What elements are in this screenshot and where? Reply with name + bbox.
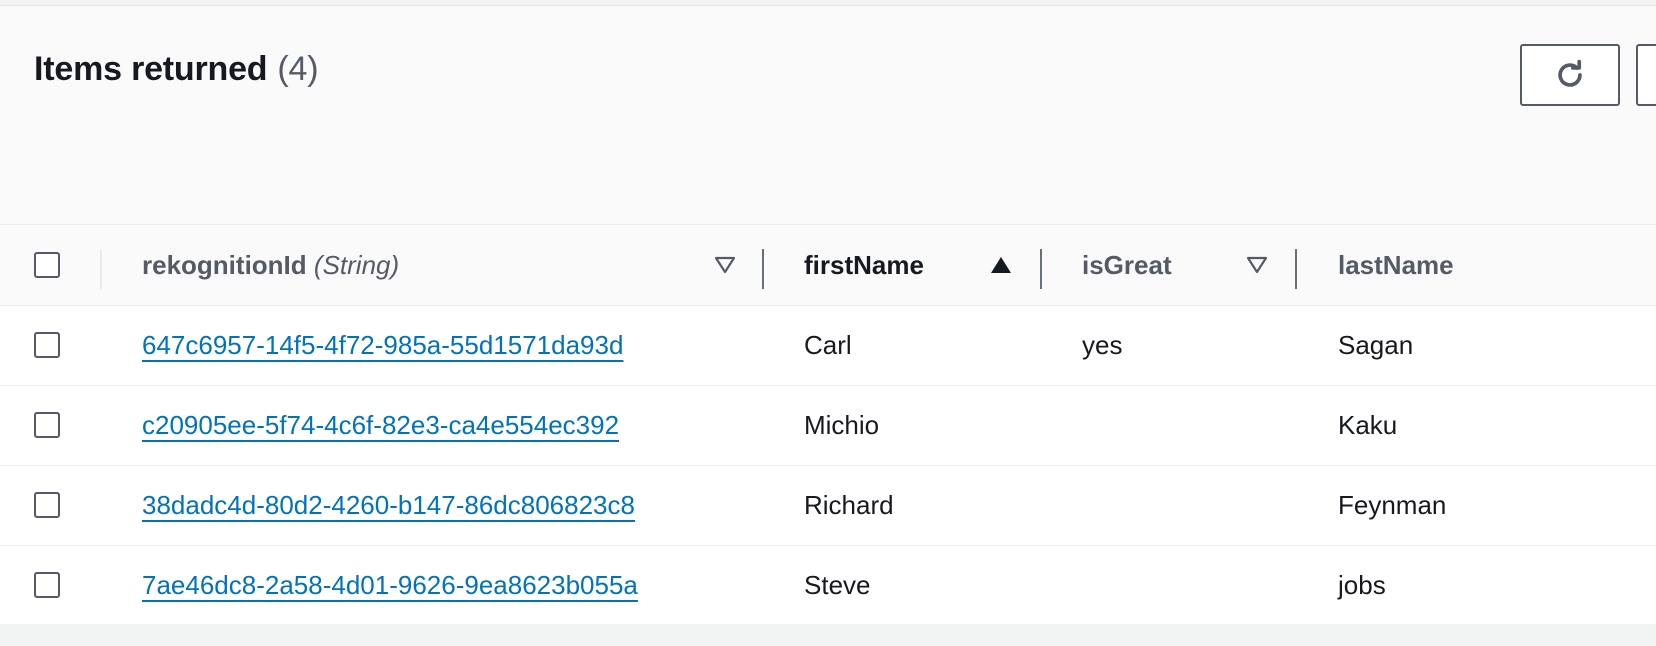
- cell-firstname: Steve: [804, 570, 871, 600]
- item-count: (4): [277, 50, 319, 88]
- select-all-checkbox[interactable]: [34, 252, 60, 278]
- items-panel: Items returned (4) rekognitionId (String)…: [0, 6, 1656, 624]
- table-row[interactable]: 38dadc4d-80d2-4260-b147-86dc806823c8 Ric…: [0, 466, 1656, 546]
- cell-lastname: jobs: [1338, 570, 1386, 600]
- rekognitionid-link[interactable]: c20905ee-5f74-4c6f-82e3-ca4e554ec392: [142, 410, 619, 441]
- column-type: (String): [313, 249, 400, 280]
- table-row[interactable]: c20905ee-5f74-4c6f-82e3-ca4e554ec392 Mic…: [0, 386, 1656, 466]
- column-label: firstName: [804, 249, 924, 280]
- column-label: isGreat: [1082, 249, 1172, 280]
- cell-lastname: Kaku: [1338, 410, 1398, 440]
- row-checkbox[interactable]: [34, 412, 60, 438]
- cell-firstname: Carl: [804, 330, 852, 360]
- row-checkbox[interactable]: [34, 572, 60, 598]
- table-header: rekognitionId (String) firstName isGreat: [0, 225, 1656, 306]
- caret-down-outline-icon[interactable]: [714, 225, 736, 305]
- cell-firstname: Michio: [804, 410, 880, 440]
- column-header-rekognitionid[interactable]: rekognitionId (String): [142, 225, 399, 305]
- cell-isgreat: yes: [1082, 330, 1123, 360]
- cell-lastname: Feynman: [1338, 490, 1447, 520]
- rekognitionid-link[interactable]: 38dadc4d-80d2-4260-b147-86dc806823c8: [142, 490, 635, 521]
- items-table: rekognitionId (String) firstName isGreat: [0, 224, 1656, 624]
- refresh-button[interactable]: [1520, 44, 1620, 106]
- column-divider: [100, 249, 102, 289]
- row-checkbox[interactable]: [34, 492, 60, 518]
- table-row[interactable]: 647c6957-14f5-4f72-985a-55d1571da93d Car…: [0, 306, 1656, 386]
- row-checkbox[interactable]: [34, 332, 60, 358]
- title-text: Items returned: [34, 50, 268, 88]
- caret-down-outline-icon[interactable]: [1246, 225, 1268, 305]
- more-actions-button[interactable]: [1636, 44, 1656, 106]
- table-row[interactable]: 7ae46dc8-2a58-4d01-9626-9ea8623b055a Ste…: [0, 546, 1656, 624]
- column-resizer[interactable]: [762, 249, 764, 289]
- rekognitionid-link[interactable]: 7ae46dc8-2a58-4d01-9626-9ea8623b055a: [142, 570, 638, 601]
- column-header-firstname[interactable]: firstName: [804, 225, 924, 305]
- column-label: rekognitionId: [142, 249, 307, 280]
- cell-lastname: Sagan: [1338, 330, 1414, 360]
- rekognitionid-link[interactable]: 647c6957-14f5-4f72-985a-55d1571da93d: [142, 330, 623, 361]
- column-label: lastName: [1338, 249, 1454, 280]
- cell-firstname: Richard: [804, 490, 894, 520]
- column-header-isgreat[interactable]: isGreat: [1082, 225, 1172, 305]
- column-resizer[interactable]: [1295, 249, 1297, 289]
- column-header-lastname[interactable]: lastName: [1338, 225, 1454, 305]
- caret-up-filled-icon[interactable]: [990, 225, 1012, 305]
- refresh-icon: [1558, 59, 1582, 87]
- page-title: Items returned (4): [34, 50, 319, 89]
- column-resizer[interactable]: [1040, 249, 1042, 289]
